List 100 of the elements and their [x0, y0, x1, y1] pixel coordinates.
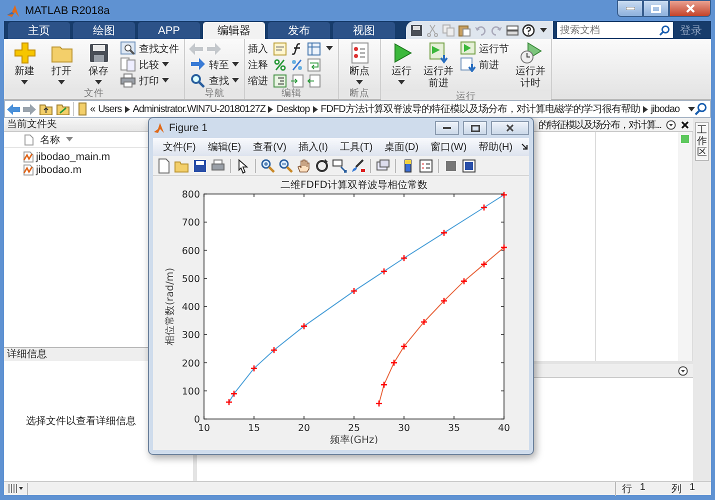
breakpoint-list-icon: [348, 42, 370, 64]
ribbon-button[interactable]: 运行并计时: [513, 41, 548, 91]
save-icon[interactable]: [192, 158, 208, 174]
separator-arrow-icon: [312, 106, 318, 112]
ribbon-button[interactable]: 查找: [188, 73, 241, 88]
maximize-button[interactable]: [643, 0, 669, 17]
ribbon-tab[interactable]: APP: [138, 22, 200, 39]
group-title: 导航: [185, 88, 244, 99]
help-icon[interactable]: [522, 24, 535, 36]
menu-item[interactable]: 编辑(E): [202, 140, 248, 154]
group-title: 断点: [339, 88, 380, 99]
link-icon[interactable]: [375, 158, 391, 174]
tick-label: 200: [182, 358, 200, 370]
ribbon-label[interactable]: 缩进: [248, 74, 268, 88]
hand-icon[interactable]: [296, 158, 312, 174]
maximize-button[interactable]: [463, 121, 487, 135]
search-icon: [190, 73, 206, 88]
chart-title: 二维FDFD计算双脊波导相位常数: [280, 180, 428, 191]
ribbon-tab[interactable]: 绘图: [73, 22, 135, 39]
back-icon[interactable]: [7, 104, 20, 114]
data-cursor-icon[interactable]: [332, 158, 348, 174]
ribbon-button[interactable]: 转至: [188, 57, 241, 72]
menu-item[interactable]: 窗口(W): [424, 140, 473, 154]
m-file-icon: [22, 164, 34, 176]
zoom-in-icon[interactable]: [260, 158, 276, 174]
ribbon-button[interactable]: 打开: [44, 41, 79, 88]
ribbon-button[interactable]: 断点: [342, 41, 377, 88]
find-files-icon: [120, 41, 136, 56]
menu-item[interactable]: 查看(V): [247, 140, 292, 154]
ribbon-button[interactable]: 前进: [458, 57, 511, 72]
tick-label: 300: [182, 330, 200, 342]
ribbon-button[interactable]: 运行节: [458, 41, 511, 56]
breadcrumb[interactable]: jibodao: [650, 104, 680, 114]
dock-arrow-icon[interactable]: [521, 143, 529, 151]
ribbon-label[interactable]: 注释: [248, 58, 268, 72]
options-icon[interactable]: [666, 120, 676, 130]
menu-item[interactable]: 桌面(D): [378, 140, 425, 154]
menu-item[interactable]: 工具(T): [334, 140, 379, 154]
ribbon-button[interactable]: 查找文件: [118, 41, 181, 56]
up-folder-icon[interactable]: [39, 103, 53, 115]
app-logo-icon: [6, 4, 20, 18]
ribbon-tab[interactable]: 主页: [8, 22, 70, 39]
menu-item[interactable]: 插入(I): [292, 140, 334, 154]
window-title: MATLAB R2018a: [25, 4, 111, 16]
close-button[interactable]: [669, 0, 711, 17]
ribbon-button[interactable]: 运行: [384, 41, 419, 91]
minimize-button[interactable]: [617, 0, 643, 17]
caret-icon: [19, 487, 23, 490]
ribbon-button[interactable]: 新建: [7, 41, 42, 88]
close-icon[interactable]: [681, 120, 689, 128]
ribbon-button[interactable]: 保存: [81, 41, 116, 88]
ribbon-tab[interactable]: 视图: [333, 22, 395, 39]
legend-icon[interactable]: [418, 158, 434, 174]
ribbon-button[interactable]: 运行并前进: [421, 41, 456, 91]
switch-windows-icon[interactable]: [506, 24, 519, 36]
paste-icon[interactable]: [458, 24, 471, 36]
panel-icon[interactable]: [461, 158, 477, 174]
bars-icon[interactable]: [8, 484, 18, 493]
ribbon-tab[interactable]: 编辑器: [203, 22, 265, 39]
zoom-out-icon[interactable]: [278, 158, 294, 174]
status-indicator-icon: [681, 135, 689, 143]
status-value: 1: [689, 482, 695, 494]
breadcrumb[interactable]: FDFD方法计算双脊波导的特征模以及场分布，对计算电磁学的学习很有帮助: [320, 102, 640, 116]
menu-item[interactable]: 帮助(H): [472, 140, 519, 154]
sort-caret-icon: [66, 137, 73, 142]
sign-in-link[interactable]: 登录: [680, 22, 702, 38]
search-icon: [659, 24, 670, 36]
editor-tab-title[interactable]: 的特征模以及场分布，对计算...: [538, 118, 661, 132]
run-timer-icon: [520, 42, 542, 64]
overflow-chevron[interactable]: «: [90, 104, 96, 114]
printer-icon: [120, 73, 136, 88]
wrap-icon: [307, 58, 321, 72]
side-tab[interactable]: 工作区: [695, 122, 709, 161]
ribbon-button[interactable]: 打印: [118, 73, 181, 88]
tool-button[interactable]: [273, 74, 287, 88]
brush-icon[interactable]: [350, 158, 366, 174]
breadcrumb[interactable]: Administrator.WIN7U-20180127Z: [132, 104, 266, 114]
tick-label: 100: [182, 386, 200, 398]
browse-folder-icon[interactable]: [56, 103, 70, 115]
ribbon-tab[interactable]: 发布: [268, 22, 330, 39]
printer-icon[interactable]: [210, 158, 226, 174]
menu-item[interactable]: 文件(F): [157, 140, 202, 154]
floppy-icon: [88, 42, 110, 64]
comment-icon: [290, 58, 304, 72]
options-icon[interactable]: [678, 366, 688, 376]
column-header[interactable]: 名称: [40, 132, 60, 146]
tick-label: 600: [182, 246, 200, 257]
search-icon[interactable]: [694, 102, 708, 116]
ribbon-label[interactable]: 插入: [248, 42, 268, 56]
close-button[interactable]: [491, 121, 529, 135]
breadcrumb[interactable]: Desktop: [276, 104, 310, 114]
grid-icon: [307, 42, 321, 56]
minimize-button[interactable]: [435, 121, 459, 135]
save-icon[interactable]: [410, 24, 423, 36]
ribbon-button[interactable]: 比较: [118, 57, 181, 72]
close-icon: [506, 124, 514, 132]
file-name[interactable]: jibodao.m: [36, 164, 82, 176]
file-name[interactable]: jibodao_main.m: [36, 150, 110, 162]
rotate-icon[interactable]: [314, 158, 330, 174]
breadcrumb[interactable]: Users: [98, 104, 122, 114]
